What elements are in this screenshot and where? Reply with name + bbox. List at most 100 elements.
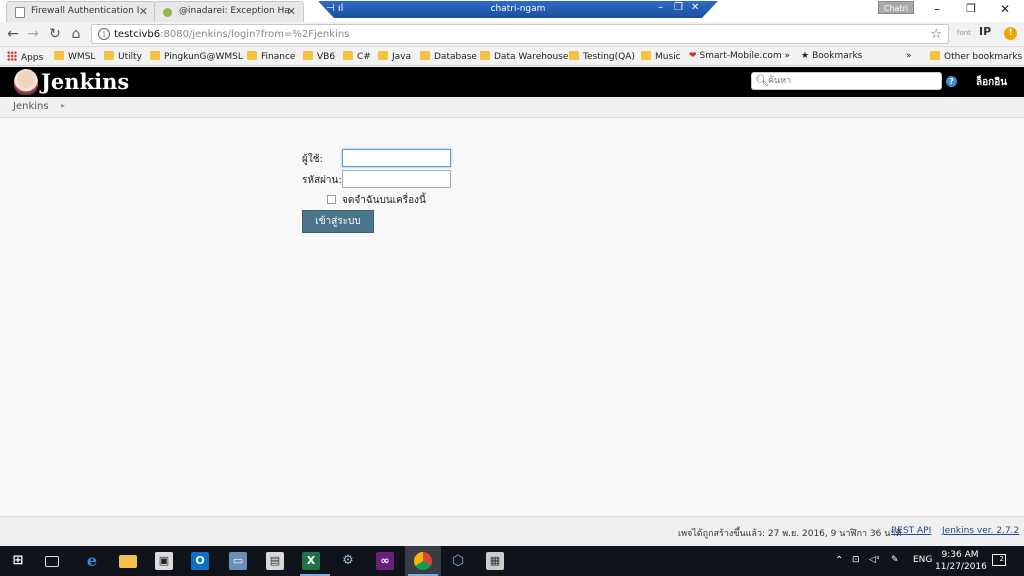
visual-studio-icon[interactable]: ∞: [376, 552, 394, 570]
edge-icon[interactable]: e: [83, 552, 101, 570]
reload-icon[interactable]: ↻: [46, 26, 64, 42]
tab-title: Firewall Authentication I: [31, 6, 140, 16]
window-close-icon[interactable]: ✕: [995, 2, 1015, 16]
windows-start-icon[interactable]: ⊞: [9, 552, 27, 570]
remote-session-bar[interactable]: ⊣ ıl chatri-ngam – ❐ ✕: [318, 1, 718, 18]
bookmark-folder[interactable]: Music: [641, 51, 681, 62]
jenkins-version-link[interactable]: Jenkins ver. 2.7.2: [942, 526, 1019, 536]
file-explorer-icon[interactable]: [119, 555, 137, 568]
bookmarks-bar: Apps WMSL Utilty PingkunG@WMSL Finance V…: [0, 47, 1024, 66]
folder-icon: [420, 51, 430, 60]
home-icon[interactable]: ⌂: [67, 26, 85, 42]
tool-app-icon[interactable]: ⚙: [339, 552, 357, 570]
remember-me-checkbox[interactable]: [327, 195, 336, 204]
profile-chip[interactable]: Chatri: [878, 1, 914, 14]
alert-icon[interactable]: !: [1004, 27, 1017, 40]
minimize-icon[interactable]: –: [658, 2, 663, 13]
page-footer: เพจได้ถูกสร้างขึ้นแล้ว: 27 พ.ย. 2016, 9 …: [0, 516, 1024, 546]
jenkins-header: Jenkins 🔍︎ ? ล็อกอิน: [0, 67, 1024, 97]
bookmark-folder[interactable]: Testing(QA): [569, 51, 635, 62]
url-text[interactable]: testcivb6:8080/jenkins/login?from=%2Fjen…: [114, 29, 349, 40]
tab-title: @inadarei: Exception Ha: [179, 6, 290, 16]
ip-extension-icon[interactable]: IP: [979, 25, 991, 38]
task-view-icon[interactable]: [45, 556, 59, 567]
jenkins-logo[interactable]: Jenkins: [41, 69, 129, 94]
font-extension-icon[interactable]: font: [957, 29, 971, 37]
window-restore-icon[interactable]: ❐: [961, 2, 981, 15]
excel-icon[interactable]: X: [302, 552, 320, 570]
folder-icon: [480, 51, 490, 60]
bookmark-folder[interactable]: PingkunG@WMSL: [150, 51, 243, 62]
pen-icon[interactable]: ✎: [891, 555, 899, 565]
folder-icon: [641, 51, 651, 60]
close-icon[interactable]: ✕: [691, 2, 699, 13]
bookmark-folder[interactable]: Utilty: [104, 51, 142, 62]
password-field[interactable]: [342, 170, 451, 188]
chrome-icon[interactable]: [414, 552, 432, 570]
restore-icon[interactable]: ❐: [674, 2, 683, 13]
rest-api-link[interactable]: REST API: [891, 526, 931, 536]
folder-icon: [569, 51, 579, 60]
jenkins-butler-icon[interactable]: [14, 69, 38, 95]
bookmark-star-icon[interactable]: ☆: [930, 27, 942, 42]
help-icon[interactable]: ?: [946, 76, 957, 87]
address-bar[interactable]: i testcivb6:8080/jenkins/login?from=%2Fj…: [91, 24, 949, 44]
info-icon[interactable]: i: [98, 28, 110, 40]
back-icon[interactable]: ←: [4, 26, 22, 42]
page-generated-text: เพจได้ถูกสร้างขึ้นแล้ว: 27 พ.ย. 2016, 9 …: [678, 529, 902, 539]
window-minimize-icon[interactable]: –: [927, 2, 947, 16]
remember-me-label: จดจำฉันบนเครื่องนี้: [342, 195, 426, 206]
bookmark-apps[interactable]: Apps: [7, 51, 43, 63]
bookmark-folder[interactable]: Database: [420, 51, 477, 62]
folder-icon: [104, 51, 114, 60]
clock[interactable]: 9:36 AM 11/27/2016: [935, 549, 987, 573]
page-icon: [15, 7, 25, 18]
tab-strip: Firewall Authentication I ✕ @inadarei: E…: [0, 0, 1024, 22]
laptop-app-icon[interactable]: ▭: [229, 552, 247, 570]
network-icon[interactable]: ⊡: [852, 555, 860, 565]
document-app-icon[interactable]: ▤: [266, 552, 284, 570]
notification-icon[interactable]: 2: [992, 554, 1006, 566]
store-icon[interactable]: ▣: [155, 552, 173, 570]
outlook-icon[interactable]: O: [191, 552, 209, 570]
bookmark-bookmarks[interactable]: ★ Bookmarks: [801, 51, 862, 61]
bookmark-folder[interactable]: Data Warehouse: [480, 51, 568, 62]
clock-date: 11/27/2016: [935, 562, 987, 572]
forward-icon[interactable]: →: [24, 26, 42, 42]
search-box[interactable]: 🔍︎: [751, 72, 942, 90]
bookmark-folder[interactable]: VB6: [303, 51, 335, 62]
tray-chevron-icon[interactable]: ⌃: [835, 555, 843, 566]
breadcrumb-jenkins[interactable]: Jenkins: [13, 101, 49, 112]
bookmark-folder[interactable]: C#: [343, 51, 371, 62]
folder-icon: [930, 51, 940, 60]
bookmark-folder[interactable]: Finance: [247, 51, 295, 62]
remote-desktop-icon[interactable]: ▦: [486, 552, 504, 570]
password-label: รหัสผ่าน:: [302, 175, 342, 186]
login-button[interactable]: เข้าสู่ระบบ: [302, 210, 374, 233]
toolbar: ← → ↻ ⌂ i testcivb6:8080/jenkins/login?f…: [0, 22, 1024, 47]
search-input[interactable]: [768, 74, 938, 88]
virtualbox-icon[interactable]: ⬡: [449, 552, 467, 570]
bookmark-other[interactable]: Other bookmarks: [930, 51, 1022, 62]
browser-tab-exception[interactable]: @inadarei: Exception Ha ✕: [154, 1, 304, 22]
volume-icon[interactable]: ◁ˣ: [869, 555, 880, 565]
username-field[interactable]: [342, 149, 451, 167]
clock-time: 9:36 AM: [941, 550, 979, 560]
breadcrumb-arrow-icon[interactable]: ▸: [61, 101, 65, 110]
bookmark-folder[interactable]: Java: [378, 51, 411, 62]
bookmark-folder[interactable]: WMSL: [54, 51, 95, 62]
close-icon[interactable]: ✕: [287, 5, 296, 18]
username-label: ผู้ใช้:: [302, 154, 323, 165]
login-link[interactable]: ล็อกอิน: [976, 75, 1007, 90]
bookmark-smart-mobile[interactable]: ❤ Smart-Mobile.com »: [689, 51, 790, 61]
remember-me[interactable]: จดจำฉันบนเครื่องนี้: [327, 193, 426, 208]
browser-tab-firewall[interactable]: Firewall Authentication I ✕: [6, 1, 156, 22]
folder-icon: [150, 51, 160, 60]
heart-icon: ❤: [689, 51, 697, 61]
site-icon: [163, 8, 172, 17]
search-icon: 🔍︎: [755, 74, 769, 87]
bookmarks-overflow-chevron[interactable]: »: [906, 51, 912, 61]
close-icon[interactable]: ✕: [139, 5, 148, 18]
star-icon: ★: [801, 51, 810, 61]
language-indicator[interactable]: ENG: [913, 555, 932, 565]
